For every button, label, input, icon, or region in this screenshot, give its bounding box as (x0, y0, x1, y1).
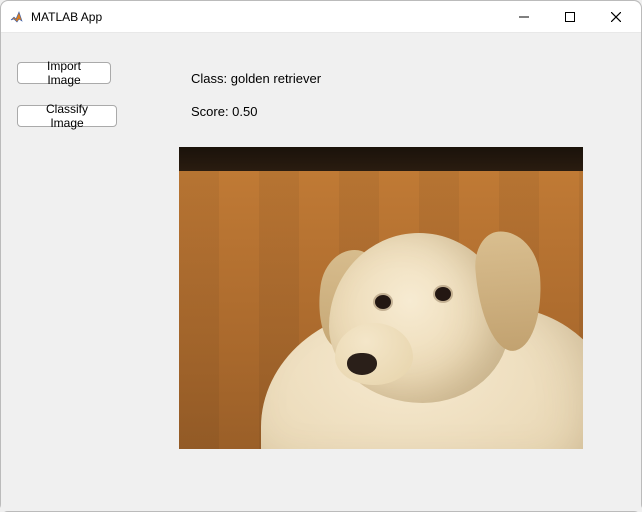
window-controls (501, 1, 639, 32)
class-label: Class: golden retriever (191, 71, 321, 87)
classify-image-button[interactable]: Classify Image (17, 105, 117, 127)
import-image-button[interactable]: Import Image (17, 62, 111, 84)
close-button[interactable] (593, 1, 639, 33)
minimize-button[interactable] (501, 1, 547, 33)
dog-muzzle (335, 323, 413, 385)
client-area: Import Image Classify Image Class: golde… (1, 33, 641, 511)
score-label: Score: 0.50 (191, 104, 321, 120)
dog-eye-left (375, 295, 391, 309)
maximize-button[interactable] (547, 1, 593, 33)
titlebar[interactable]: MATLAB App (1, 1, 641, 33)
image-display (179, 147, 583, 449)
window-title: MATLAB App (31, 10, 501, 24)
image-background-dark (179, 147, 583, 171)
matlab-icon (9, 9, 25, 25)
dog-nose (347, 353, 377, 375)
dog-eye-right (435, 287, 451, 301)
classification-result: Class: golden retriever Score: 0.50 (191, 55, 321, 136)
